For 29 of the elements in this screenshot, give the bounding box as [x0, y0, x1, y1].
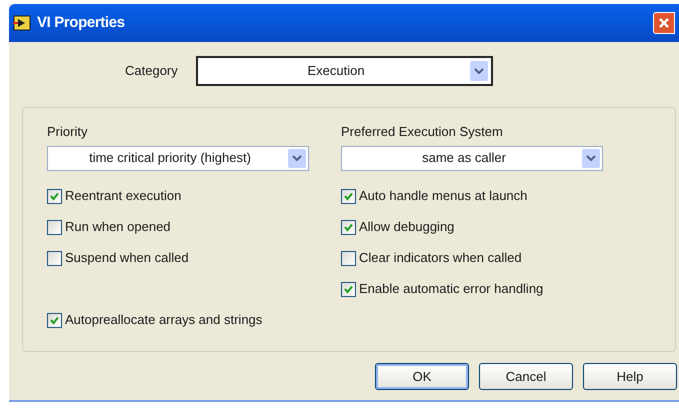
- checkbox-label: Suspend when called: [65, 249, 189, 268]
- close-icon: [658, 17, 670, 29]
- checkbox-label: Auto handle menus at launch: [359, 187, 528, 206]
- checkbox-label: Run when opened: [65, 218, 171, 236]
- checkbox[interactable]: [47, 220, 62, 234]
- dropdown[interactable]: same as caller: [341, 146, 603, 170]
- checkbox-label: Enable automatic error handling: [359, 280, 544, 298]
- checkbox[interactable]: [341, 250, 356, 266]
- dialog-button[interactable]: OK: [375, 363, 469, 390]
- app-icon: [13, 15, 31, 31]
- field-label: Priority: [47, 123, 88, 141]
- close-button[interactable]: [653, 12, 675, 34]
- checkbox[interactable]: [47, 250, 62, 266]
- checkbox[interactable]: [47, 312, 62, 328]
- dropdown[interactable]: time critical priority (highest): [47, 146, 309, 170]
- category-label: Category: [125, 62, 179, 80]
- dialog-button[interactable]: Help: [583, 363, 677, 390]
- checkbox[interactable]: [341, 220, 356, 234]
- checkbox[interactable]: [341, 282, 356, 296]
- field-label: Preferred Execution System: [341, 123, 504, 141]
- checkbox-label: Reentrant execution: [65, 187, 182, 206]
- checkbox-label: Autopreallocate arrays and strings: [65, 311, 262, 330]
- window-title: VI Properties: [37, 12, 125, 33]
- dialog-button[interactable]: Cancel: [479, 363, 573, 390]
- checkbox[interactable]: [341, 188, 356, 204]
- checkbox-label: Allow debugging: [359, 218, 454, 236]
- checkbox-label: Clear indicators when called: [359, 249, 522, 268]
- category-dropdown[interactable]: Execution: [196, 56, 493, 86]
- checkbox[interactable]: [47, 188, 62, 204]
